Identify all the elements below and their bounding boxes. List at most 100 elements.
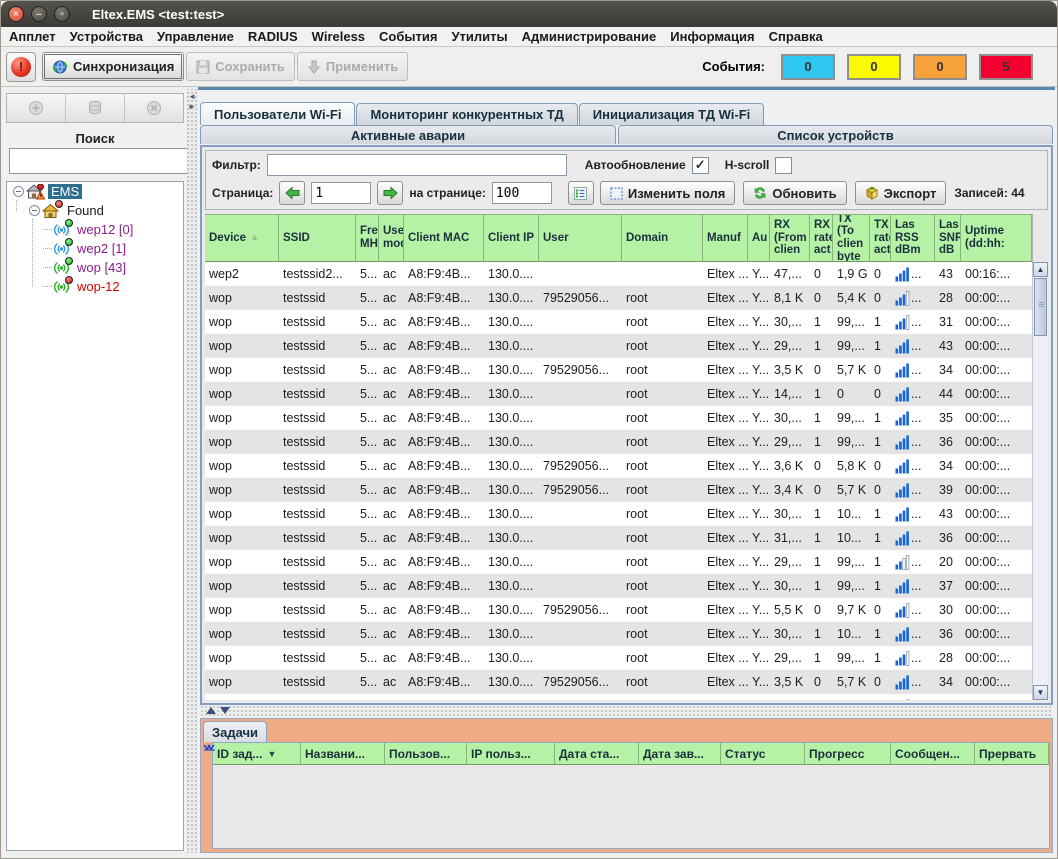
- tab-Активные аварии[interactable]: Активные аварии: [200, 125, 616, 144]
- table-row[interactable]: woptestssid5...acA8:F9:4B...130.0....roo…: [205, 526, 1032, 550]
- table-row[interactable]: woptestssid5...acA8:F9:4B...130.0....roo…: [205, 430, 1032, 454]
- column-header-SSID[interactable]: SSID: [279, 214, 356, 262]
- column-header-Las RSS dBm[interactable]: Las RSS dBm: [891, 214, 935, 262]
- table-row[interactable]: wep2testssid2...5...acA8:F9:4B...130.0..…: [205, 262, 1032, 286]
- column-header-Domain[interactable]: Domain: [622, 214, 703, 262]
- splitter-collapse-left-icon[interactable]: ◄: [188, 93, 196, 101]
- menu-item-События[interactable]: События: [379, 29, 437, 44]
- column-header-Client IP[interactable]: Client IP: [484, 214, 539, 262]
- column-header-RX (From clien[interactable]: RX (From clien: [770, 214, 810, 262]
- splitter-expand-up-icon[interactable]: [206, 707, 216, 714]
- next-page-button[interactable]: [377, 181, 403, 205]
- table-row[interactable]: woptestssid5...acA8:F9:4B...130.0....roo…: [205, 502, 1032, 526]
- maximize-icon[interactable]: ▫: [54, 6, 70, 22]
- splitter-expand-down-icon[interactable]: [220, 707, 230, 714]
- table-row[interactable]: woptestssid5...acA8:F9:4B...130.0....roo…: [205, 334, 1032, 358]
- table-row[interactable]: woptestssid5...acA8:F9:4B...130.0....roo…: [205, 550, 1032, 574]
- column-header-Manuf[interactable]: Manuf: [703, 214, 748, 262]
- task-column-header-Дата ста...[interactable]: Дата ста...: [555, 743, 639, 765]
- event-counter-info[interactable]: 0: [781, 54, 835, 80]
- database-button[interactable]: [66, 94, 125, 122]
- menu-item-Управление[interactable]: Управление: [157, 29, 234, 44]
- close-icon[interactable]: ×: [8, 6, 24, 22]
- tree-item-Found[interactable]: Found: [7, 201, 183, 220]
- event-counter-critical[interactable]: 5: [979, 54, 1033, 80]
- tasks-collapse-icon[interactable]: [203, 743, 216, 756]
- event-counter-minor[interactable]: 0: [913, 54, 967, 80]
- autorefresh-checkbox[interactable]: ✓: [692, 157, 709, 174]
- task-column-header-ID зад...[interactable]: ID зад...▼: [213, 743, 301, 765]
- save-button[interactable]: Сохранить: [186, 52, 295, 81]
- task-column-header-Пользов...[interactable]: Пользов...: [385, 743, 467, 765]
- tree-item-wop-43-[interactable]: wop [43]: [7, 258, 183, 277]
- scroll-down-icon[interactable]: ▼: [1033, 685, 1048, 700]
- task-column-header-Прервать[interactable]: Прервать: [975, 743, 1049, 765]
- scroll-up-icon[interactable]: ▲: [1033, 262, 1048, 277]
- splitter-collapse-right-icon[interactable]: ►: [188, 103, 196, 111]
- table-row[interactable]: woptestssid5...acA8:F9:4B...130.0....795…: [205, 454, 1032, 478]
- sync-button[interactable]: Синхронизация: [42, 52, 184, 81]
- table-row[interactable]: woptestssid5...acA8:F9:4B...130.0....795…: [205, 358, 1032, 382]
- tab-Инициализация ТД Wi-Fi[interactable]: Инициализация ТД Wi-Fi: [579, 103, 765, 125]
- tree-item-wep12-0-[interactable]: wep12 [0]: [7, 220, 183, 239]
- vertical-scrollbar[interactable]: ▲ ▼: [1032, 262, 1048, 700]
- menu-item-Wireless[interactable]: Wireless: [312, 29, 365, 44]
- per-page-input[interactable]: [492, 182, 552, 204]
- table-row[interactable]: woptestssid5...acA8:F9:4B...130.0....roo…: [205, 574, 1032, 598]
- search-input[interactable]: [9, 148, 195, 174]
- apply-button[interactable]: Применить: [297, 52, 408, 81]
- table-row[interactable]: woptestssid5...acA8:F9:4B...130.0....roo…: [205, 406, 1032, 430]
- tab-Список устройств[interactable]: Список устройств: [618, 125, 1053, 144]
- table-row[interactable]: woptestssid5...acA8:F9:4B...130.0....795…: [205, 670, 1032, 694]
- page-input[interactable]: [311, 182, 371, 204]
- column-header-User mod[interactable]: User mod: [379, 214, 404, 262]
- edit-fields-button[interactable]: Изменить поля: [600, 181, 735, 205]
- horizontal-splitter[interactable]: [200, 705, 1053, 718]
- task-column-header-Прогресс[interactable]: Прогресс: [805, 743, 891, 765]
- menu-item-Устройства[interactable]: Устройства: [70, 29, 143, 44]
- vertical-splitter[interactable]: ◄ ►: [187, 89, 198, 853]
- column-header-Uptime (dd:hh:[interactable]: Uptime (dd:hh:: [961, 214, 1032, 262]
- delete-device-button[interactable]: [125, 94, 183, 122]
- alarm-button[interactable]: !: [6, 52, 36, 82]
- menu-item-Утилиты[interactable]: Утилиты: [451, 29, 507, 44]
- column-header-User[interactable]: User: [539, 214, 622, 262]
- column-header-RX rate act[interactable]: RX rate act: [810, 214, 833, 262]
- tab-Пользователи Wi-Fi[interactable]: Пользователи Wi-Fi: [200, 102, 355, 125]
- tree-item-wep2-1-[interactable]: wep2 [1]: [7, 239, 183, 258]
- column-header-Client MAC[interactable]: Client MAC: [404, 214, 484, 262]
- table-row[interactable]: woptestssid5...acA8:F9:4B...130.0....roo…: [205, 646, 1032, 670]
- tree-expand-handle[interactable]: [29, 205, 40, 216]
- menu-item-Апплет[interactable]: Апплет: [9, 29, 56, 44]
- menu-item-Администрирование[interactable]: Администрирование: [522, 29, 657, 44]
- prev-page-button[interactable]: [279, 181, 305, 205]
- table-row[interactable]: woptestssid5...acA8:F9:4B...130.0....795…: [205, 694, 1032, 700]
- table-row[interactable]: woptestssid5...acA8:F9:4B...130.0....roo…: [205, 382, 1032, 406]
- menu-item-Справка[interactable]: Справка: [769, 29, 823, 44]
- tree-item-wop-12[interactable]: wop-12: [7, 277, 183, 296]
- table-row[interactable]: woptestssid5...acA8:F9:4B...130.0....795…: [205, 286, 1032, 310]
- tree-item-EMS[interactable]: EMS: [7, 182, 183, 201]
- table-row[interactable]: woptestssid5...acA8:F9:4B...130.0....795…: [205, 598, 1032, 622]
- column-header-Fre MH[interactable]: Fre MH: [356, 214, 379, 262]
- task-column-header-Статус[interactable]: Статус: [721, 743, 805, 765]
- column-header-Las SNR dB[interactable]: Las SNR dB: [935, 214, 961, 262]
- task-column-header-Дата зав...[interactable]: Дата зав...: [639, 743, 721, 765]
- filter-input[interactable]: [267, 154, 567, 176]
- task-column-header-Сообщен...[interactable]: Сообщен...: [891, 743, 975, 765]
- column-header-TX rate act[interactable]: TX rate act: [870, 214, 891, 262]
- table-row[interactable]: woptestssid5...acA8:F9:4B...130.0....roo…: [205, 622, 1032, 646]
- scrollbar-thumb[interactable]: [1034, 278, 1047, 336]
- task-column-header-Названи...[interactable]: Названи...: [301, 743, 385, 765]
- add-device-button[interactable]: [7, 94, 66, 122]
- menu-item-RADIUS[interactable]: RADIUS: [248, 29, 298, 44]
- task-column-header-IP польз...[interactable]: IP польз...: [467, 743, 555, 765]
- column-header-TX (To clien byte[interactable]: TX (To clien byte: [833, 214, 870, 262]
- event-counter-warning[interactable]: 0: [847, 54, 901, 80]
- hscroll-checkbox[interactable]: [775, 157, 792, 174]
- minimize-icon[interactable]: –: [31, 6, 47, 22]
- column-header-Au[interactable]: Au: [748, 214, 770, 262]
- refresh-button[interactable]: Обновить: [743, 181, 846, 205]
- column-list-button[interactable]: [568, 181, 594, 205]
- tab-tasks[interactable]: Задачи: [203, 721, 267, 742]
